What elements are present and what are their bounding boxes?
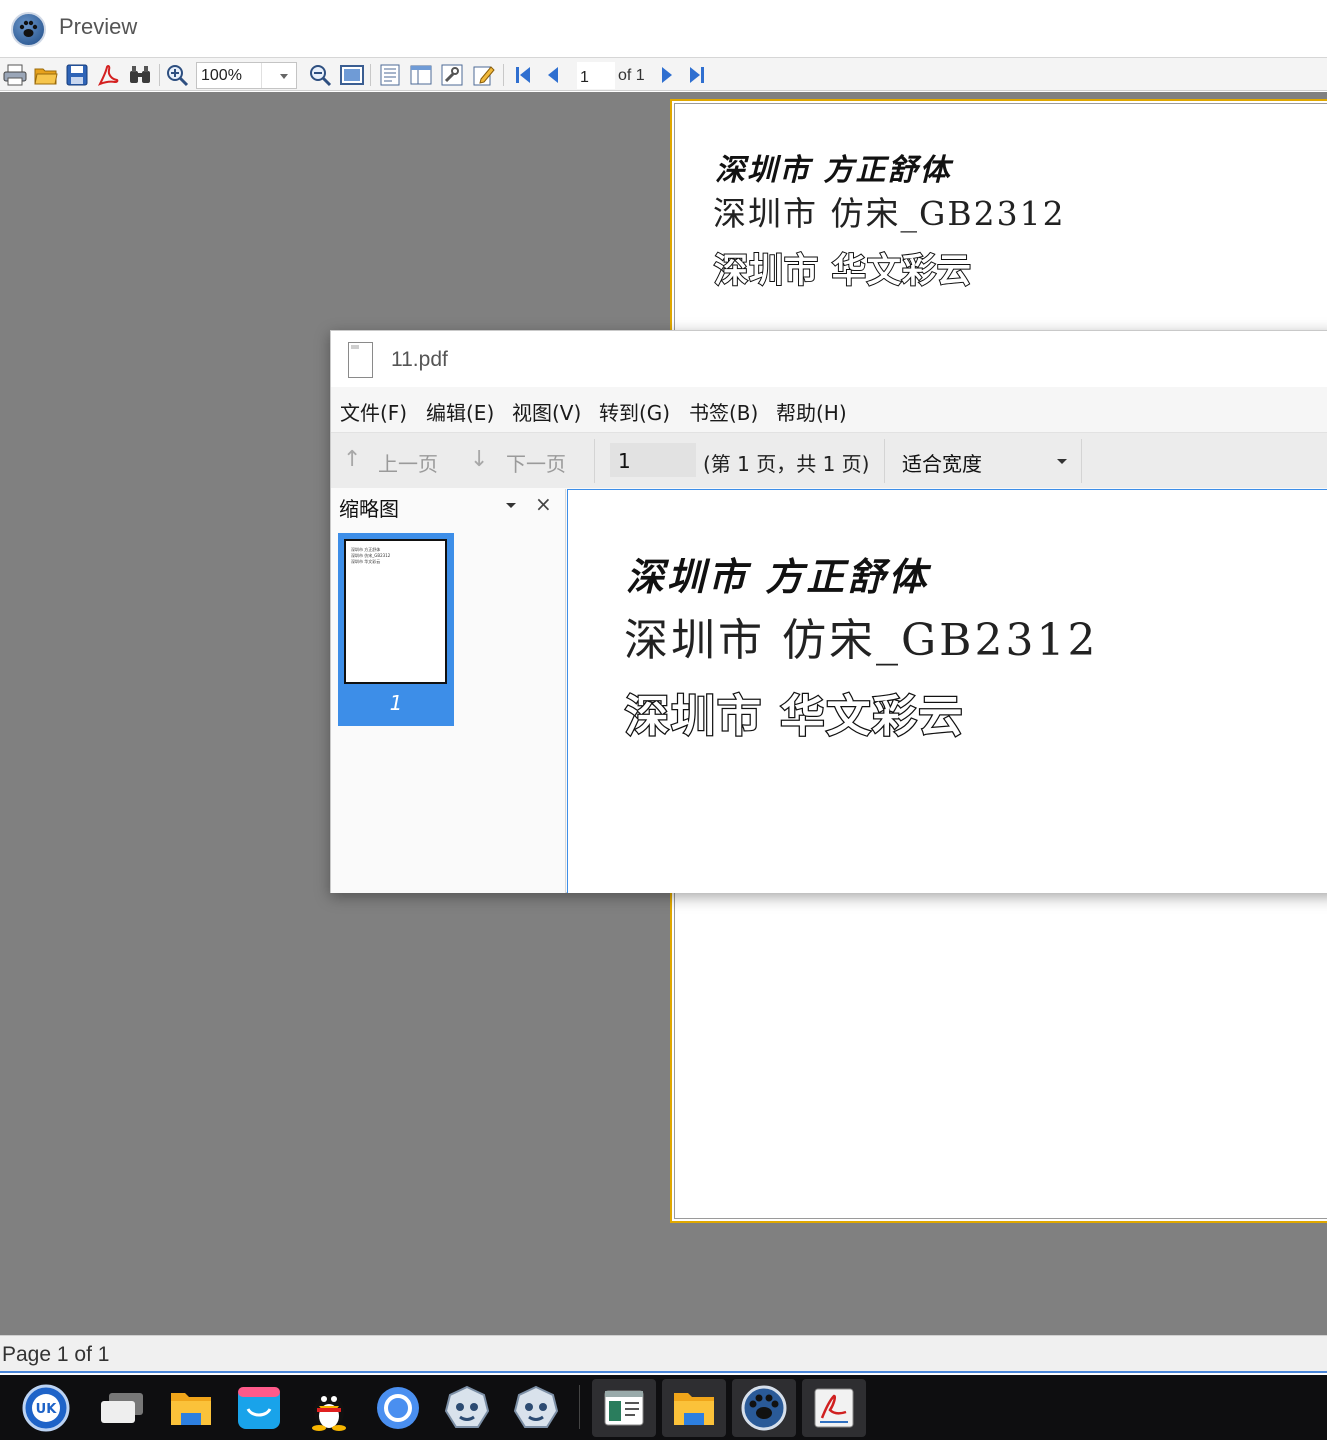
panel-menu-chevron-icon[interactable]	[506, 503, 516, 508]
file-manager-window-icon[interactable]	[662, 1379, 726, 1437]
thumbnail-panel: 缩略图 × 深圳市 方正舒体 深圳市 仿宋_GB2312 深圳市 华文彩云 1	[331, 489, 566, 893]
pdf-reader-icon[interactable]	[802, 1379, 866, 1437]
preview-line-fangzheng-shuti: 深圳市 方正舒体	[715, 153, 952, 188]
fit-page-icon[interactable]	[339, 62, 365, 87]
thumbnail-page-1[interactable]: 深圳市 方正舒体 深圳市 仿宋_GB2312 深圳市 华文彩云 1	[338, 533, 454, 726]
zoom-mode-select[interactable]: 适合宽度	[889, 439, 1079, 483]
pdf-export-icon[interactable]	[95, 62, 121, 87]
multitask-view-icon[interactable]	[90, 1379, 154, 1437]
zoom-mode-value: 适合宽度	[902, 452, 982, 476]
page-number-field[interactable]: 1	[610, 443, 696, 477]
prev-page-icon[interactable]	[541, 62, 567, 87]
page-number-input[interactable]	[577, 62, 615, 89]
qq-icon[interactable]	[297, 1379, 361, 1437]
menu-edit[interactable]: 编辑(E)	[426, 397, 494, 426]
previous-page-button[interactable]: 上一页	[378, 448, 438, 477]
chevron-down-icon[interactable]	[1057, 459, 1067, 464]
pdf-page-view[interactable]: 深圳市 方正舒体 深圳市 仿宋_GB2312 深圳市 华文彩云	[567, 489, 1327, 893]
menu-bookmarks[interactable]: 书签(B)	[689, 397, 758, 426]
open-icon[interactable]	[33, 62, 59, 87]
wps-icon-2[interactable]	[504, 1379, 568, 1437]
page-setup-icon[interactable]	[377, 62, 403, 87]
arrow-down-icon: ↓	[470, 447, 489, 472]
find-icon[interactable]	[127, 62, 153, 87]
chevron-down-icon[interactable]	[280, 74, 288, 79]
thumbnail-panel-title: 缩略图	[339, 497, 399, 521]
pdf-toolbar: ↑ 上一页 ↓ 下一页 1 (第 1 页，共 1 页) 适合宽度	[331, 432, 1327, 488]
zoom-combobox[interactable]: 100%	[196, 62, 297, 89]
print-icon[interactable]	[2, 62, 28, 87]
start-menu-icon[interactable]: UK	[14, 1379, 78, 1437]
menu-view[interactable]: 视图(V)	[512, 397, 581, 426]
menu-bar: 文件(F) 编辑(E) 视图(V) 转到(G) 书签(B) 帮助(H)	[331, 387, 1327, 432]
page-count-label: (第 1 页，共 1 页)	[703, 452, 870, 476]
window-title: Preview	[59, 14, 138, 39]
menu-help[interactable]: 帮助(H)	[776, 397, 847, 426]
zoom-out-icon[interactable]	[307, 62, 333, 87]
svg-text:UK: UK	[36, 1402, 58, 1417]
last-page-icon[interactable]	[684, 62, 710, 87]
preview-line-fangsong: 深圳市 仿宋_GB2312	[713, 194, 1066, 233]
pdf-title-bar: 11.pdf	[331, 331, 1327, 387]
thumbnail-page-number: 1	[389, 691, 403, 715]
browser-icon[interactable]	[366, 1379, 430, 1437]
preview-line-caiyun: 深圳市 华文彩云	[713, 250, 972, 292]
pdf-window-title: 11.pdf	[391, 348, 448, 371]
preview-app-icon[interactable]	[732, 1379, 796, 1437]
file-manager-icon[interactable]	[159, 1379, 223, 1437]
taskbar: UK	[0, 1375, 1327, 1440]
wps-icon[interactable]	[435, 1379, 499, 1437]
app-store-icon[interactable]	[227, 1379, 291, 1437]
pdf-line-fangsong: 深圳市 仿宋_GB2312	[624, 615, 1099, 666]
document-icon	[348, 342, 373, 378]
layout-icon[interactable]	[408, 62, 434, 87]
settings-icon[interactable]	[439, 62, 465, 87]
pdf-line-fangzheng-shuti: 深圳市 方正舒体	[626, 554, 930, 599]
menu-go[interactable]: 转到(G)	[599, 397, 670, 426]
edit-icon[interactable]	[471, 62, 497, 87]
system-monitor-icon[interactable]	[592, 1379, 656, 1437]
page-of-label: of 1	[618, 67, 645, 84]
close-icon[interactable]: ×	[535, 492, 552, 516]
menu-file[interactable]: 文件(F)	[340, 397, 407, 426]
arrow-up-icon: ↑	[343, 447, 362, 472]
paw-logo-icon	[11, 12, 46, 47]
first-page-icon[interactable]	[510, 62, 536, 87]
next-page-icon[interactable]	[653, 62, 679, 87]
title-bar: Preview	[0, 0, 1327, 58]
next-page-button[interactable]: 下一页	[506, 448, 566, 477]
zoom-in-icon[interactable]	[164, 62, 190, 87]
preview-toolbar: 100% of 1	[0, 58, 1327, 91]
status-bar: Page 1 of 1	[0, 1335, 1327, 1373]
save-icon[interactable]	[64, 62, 90, 87]
status-text: Page 1 of 1	[2, 1343, 110, 1366]
pdf-viewer-window: 11.pdf 文件(F) 编辑(E) 视图(V) 转到(G) 书签(B) 帮助(…	[330, 330, 1327, 893]
pdf-line-caiyun: 深圳市 华文彩云	[624, 690, 965, 744]
zoom-value: 100%	[201, 67, 242, 84]
thumbnail-preview: 深圳市 方正舒体 深圳市 仿宋_GB2312 深圳市 华文彩云	[344, 539, 447, 684]
